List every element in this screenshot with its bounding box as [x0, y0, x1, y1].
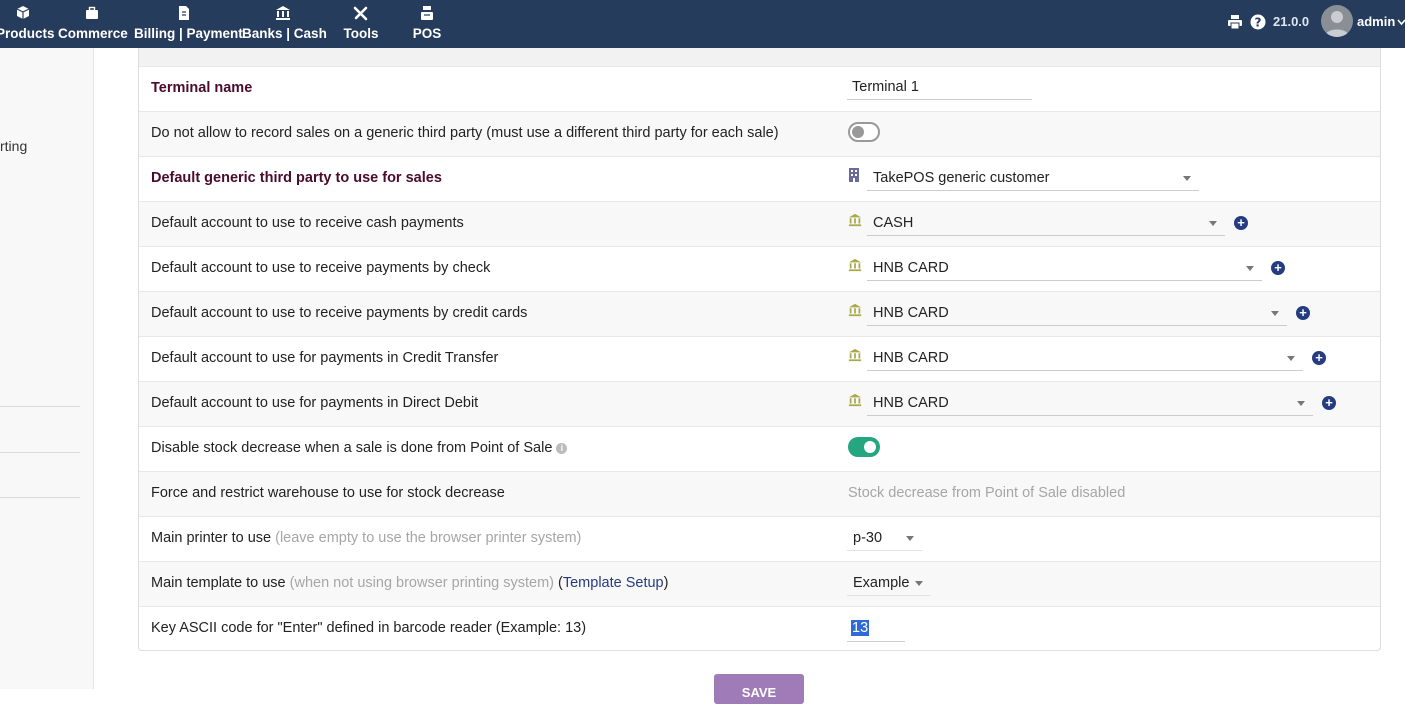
info-icon[interactable]: i [556, 443, 568, 454]
menu-billing-payment[interactable]: Billing | Payment [134, 0, 243, 48]
dropdown-caret-icon [1271, 311, 1279, 316]
sidebar-divider [0, 452, 80, 453]
bank-icon [848, 213, 862, 227]
check-account-select[interactable]: HNB CARD [867, 256, 1262, 281]
dropdown-caret-icon [1209, 221, 1217, 226]
add-account-icon[interactable]: + [1322, 396, 1336, 410]
table-row: Default account to use for payments in C… [139, 336, 1380, 381]
add-account-icon[interactable]: + [1234, 216, 1248, 230]
warehouse-label: Force and restrict warehouse to use for … [151, 485, 505, 501]
terminal-name-label: Terminal name [151, 80, 253, 96]
avatar[interactable] [1321, 5, 1353, 37]
user-silhouette-icon [1325, 11, 1349, 37]
disable-stock-toggle[interactable] [848, 437, 880, 457]
table-row: Do not allow to record sales on a generi… [139, 111, 1380, 156]
ascii-label: Key ASCII code for "Enter" defined in ba… [151, 620, 587, 636]
bank-icon [848, 258, 862, 272]
svg-text:?: ? [1255, 16, 1262, 30]
warehouse-status: Stock decrease from Point of Sale disabl… [848, 485, 1126, 501]
username[interactable]: admin [1357, 14, 1395, 29]
sidebar-item-reporting[interactable]: rting [0, 138, 27, 154]
table-row: Default account to use to receive paymen… [139, 246, 1380, 291]
table-row: Default account to use to receive cash p… [139, 201, 1380, 246]
transfer-account-label: Default account to use for payments in C… [151, 350, 499, 366]
disable-stock-label: Disable stock decrease when a sale is do… [151, 440, 568, 456]
printer-label: Main printer to use (leave empty to use … [151, 530, 582, 546]
card-account-select[interactable]: HNB CARD [867, 301, 1287, 326]
template-select[interactable]: Example [847, 571, 931, 596]
menu-products[interactable]: Products [0, 0, 55, 48]
dropdown-caret-icon [1287, 356, 1295, 361]
cash-account-select[interactable]: CASH [867, 211, 1225, 236]
no-generic-third-party-toggle[interactable] [848, 122, 880, 142]
printer-select[interactable]: p-30 [847, 526, 922, 551]
table-row: Main template to use (when not using bro… [139, 561, 1380, 606]
debit-account-label: Default account to use for payments in D… [151, 395, 479, 411]
left-sidebar: rting [0, 48, 94, 689]
briefcase-icon [86, 6, 98, 19]
menu-banks-cash[interactable]: Banks | Cash [242, 0, 327, 48]
ascii-input[interactable]: 13 [847, 619, 905, 642]
table-row: Force and restrict warehouse to use for … [139, 471, 1380, 516]
bank-icon [276, 6, 290, 20]
add-account-icon[interactable]: + [1312, 351, 1326, 365]
chevron-down-icon[interactable] [1397, 18, 1405, 26]
table-row: Terminal name [139, 66, 1380, 111]
table-row: Key ASCII code for "Enter" defined in ba… [139, 606, 1380, 651]
menu-tools[interactable]: Tools [334, 0, 388, 48]
no-generic-third-party-label: Do not allow to record sales on a generi… [151, 125, 779, 141]
template-label: Main template to use (when not using bro… [151, 575, 669, 591]
sidebar-divider [0, 497, 80, 498]
table-header [139, 48, 1380, 66]
table-row: Disable stock decrease when a sale is do… [139, 426, 1380, 471]
save-button[interactable]: SAVE [714, 674, 804, 704]
dropdown-caret-icon [1246, 266, 1254, 271]
settings-table: Terminal name Do not allow to record sal… [138, 48, 1381, 651]
menu-commerce[interactable]: Commerce [58, 0, 128, 48]
bank-icon [848, 393, 862, 407]
printer-icon[interactable] [1227, 14, 1243, 30]
version-label: 21.0.0 [1273, 14, 1310, 29]
cube-icon [16, 6, 30, 19]
card-account-label: Default account to use to receive paymen… [151, 305, 528, 321]
cash-register-icon [421, 6, 433, 20]
dropdown-caret-icon [1183, 176, 1191, 181]
dropdown-caret-icon [1297, 401, 1305, 406]
default-third-party-label: Default generic third party to use for s… [151, 170, 442, 186]
debit-account-select[interactable]: HNB CARD [867, 391, 1313, 416]
transfer-account-select[interactable]: HNB CARD [867, 346, 1303, 371]
terminal-name-input[interactable] [847, 79, 1032, 100]
template-setup-link[interactable]: Template Setup [563, 575, 664, 591]
help-icon[interactable]: ? [1250, 14, 1266, 30]
top-menu-bar: Products Commerce Billing | Payment Bank… [0, 0, 1405, 48]
add-account-icon[interactable]: + [1296, 306, 1310, 320]
tools-icon [353, 6, 368, 21]
menu-pos[interactable]: POS [400, 0, 454, 48]
table-row: Default generic third party to use for s… [139, 156, 1380, 201]
building-icon [849, 168, 859, 182]
bank-icon [848, 303, 862, 317]
check-account-label: Default account to use to receive paymen… [151, 260, 491, 276]
dropdown-caret-icon [915, 581, 923, 586]
sidebar-divider [0, 406, 80, 407]
invoice-icon [179, 6, 189, 20]
table-row: Default account to use for payments in D… [139, 381, 1380, 426]
cash-account-label: Default account to use to receive cash p… [151, 215, 464, 231]
table-row: Main printer to use (leave empty to use … [139, 516, 1380, 561]
third-party-select[interactable]: TakePOS generic customer [867, 166, 1199, 191]
dropdown-caret-icon [906, 536, 914, 541]
table-row: Default account to use to receive paymen… [139, 291, 1380, 336]
add-account-icon[interactable]: + [1271, 261, 1285, 275]
bank-icon [848, 348, 862, 362]
